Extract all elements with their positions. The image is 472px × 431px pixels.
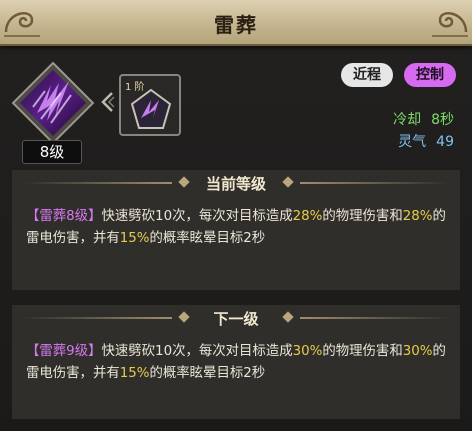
rune-slot[interactable]: 1 阶	[119, 74, 181, 136]
skill-icon-lightning[interactable]	[11, 61, 95, 145]
next-level-section: 下一级 【雷葬9级】快速劈砍10次，每次对目标造成30%的物理伤害和30%的雷电…	[12, 305, 460, 419]
current-level-section: 当前等级 【雷葬8级】快速劈砍10次，每次对目标造成28%的物理伤害和28%的雷…	[12, 170, 460, 290]
cooldown-value: 8秒	[431, 112, 454, 128]
cooldown-stat: 冷却 8秒	[393, 109, 454, 129]
skill-level-badge: 8级	[22, 140, 82, 164]
energy-stat: 灵气 49	[398, 131, 454, 151]
tag-melee: 近程	[341, 63, 393, 87]
energy-value: 49	[436, 134, 454, 150]
rune-icon	[130, 88, 172, 129]
skill-name-next: 【雷葬9级】	[26, 344, 102, 359]
next-level-header: 下一级	[12, 305, 460, 331]
next-level-title: 下一级	[213, 310, 259, 328]
next-level-description: 【雷葬9级】快速劈砍10次，每次对目标造成30%的物理伤害和30%的雷电伤害，并…	[26, 344, 446, 381]
tag-control: 控制	[404, 63, 456, 87]
current-level-header: 当前等级	[12, 170, 460, 196]
chevron-left-icon	[101, 92, 115, 112]
cooldown-label: 冷却	[393, 112, 422, 128]
skill-panel: 雷葬 8级 1 阶 近程 控制 冷却 8秒 灵气 49 当前等级 【雷葬8级】快…	[0, 0, 472, 431]
title-bar: 雷葬	[0, 0, 472, 46]
skill-name-current: 【雷葬8级】	[26, 209, 102, 224]
page-title: 雷葬	[214, 13, 258, 37]
corner-ornament-right	[432, 12, 468, 37]
energy-label: 灵气	[398, 134, 427, 150]
current-level-title: 当前等级	[205, 175, 266, 193]
current-level-description: 【雷葬8级】快速劈砍10次，每次对目标造成28%的物理伤害和28%的雷电伤害，并…	[26, 209, 446, 246]
